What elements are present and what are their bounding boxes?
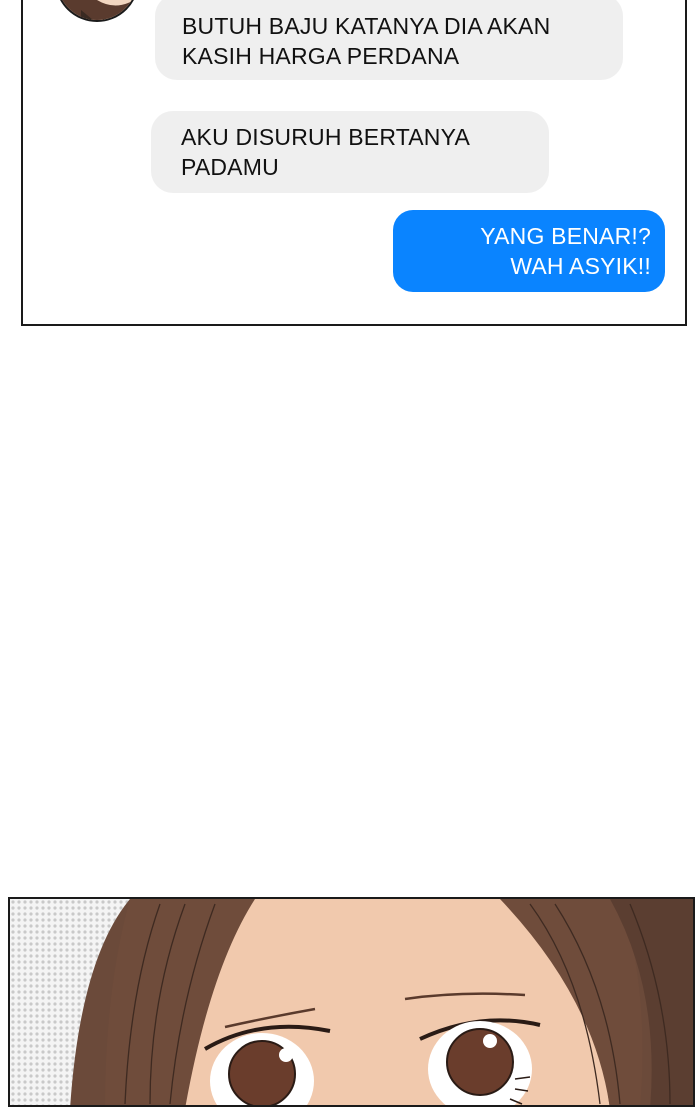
chat-panel: BUTUH BAJU KATANYA DIA AKAN KASIH HARGA … xyxy=(21,0,687,326)
message-line: WAH ASYIK!! xyxy=(510,253,651,279)
character-face-panel xyxy=(8,897,695,1107)
message-line: KASIH HARGA PERDANA xyxy=(182,43,460,69)
message-line: PADAMU xyxy=(181,154,279,180)
contact-avatar-icon xyxy=(55,0,139,22)
message-line: BUTUH BAJU KATANYA DIA AKAN xyxy=(182,13,551,39)
character-face-illustration xyxy=(10,899,693,1105)
message-bubble-outgoing: YANG BENAR!? WAH ASYIK!! xyxy=(393,210,665,292)
message-line: YANG BENAR!? xyxy=(480,223,651,249)
message-bubble-incoming: AKU DISURUH BERTANYA PADAMU xyxy=(151,111,549,193)
message-bubble-incoming: BUTUH BAJU KATANYA DIA AKAN KASIH HARGA … xyxy=(155,0,623,80)
message-line: AKU DISURUH BERTANYA xyxy=(181,124,470,150)
